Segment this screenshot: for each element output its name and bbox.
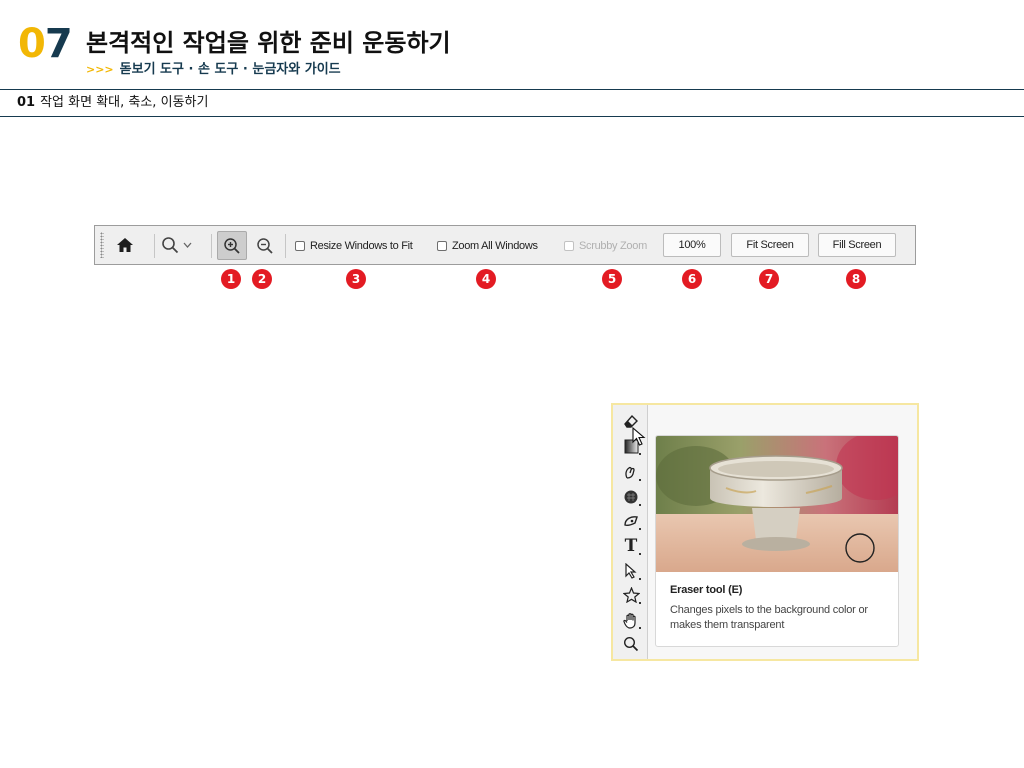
pen-tool[interactable] bbox=[620, 510, 642, 532]
smudge-icon bbox=[625, 466, 635, 479]
fit-screen-button[interactable]: Fit Screen bbox=[731, 233, 809, 257]
resize-windows-label: Resize Windows to Fit bbox=[310, 240, 413, 252]
type-tool[interactable]: T bbox=[620, 535, 642, 557]
chapter-title: 본격적인 작업을 위한 준비 운동하기 bbox=[86, 29, 451, 57]
chapter-number-second-digit: 7 bbox=[44, 21, 73, 67]
tool-tooltip: Eraser tool (E) Changes pixels to the ba… bbox=[655, 435, 899, 647]
tool-group-indicator bbox=[639, 504, 641, 506]
zoom-tool-icon bbox=[162, 237, 179, 254]
zoom-out-button[interactable] bbox=[251, 231, 279, 260]
zoom-tool[interactable] bbox=[620, 633, 642, 655]
zoom-all-windows-checkbox[interactable]: Zoom All Windows bbox=[437, 237, 538, 255]
checkbox-box[interactable] bbox=[295, 241, 305, 251]
dodge-icon bbox=[624, 490, 638, 504]
hand-icon bbox=[623, 612, 636, 629]
custom-shape-tool[interactable] bbox=[620, 584, 642, 606]
chevron-down-icon bbox=[183, 242, 192, 248]
scrubby-zoom-checkbox[interactable]: Scrubby Zoom bbox=[564, 237, 647, 255]
tooltip-preview-image bbox=[656, 436, 898, 572]
path-selection-tool[interactable] bbox=[620, 560, 642, 582]
callout-badge: 7 bbox=[759, 269, 779, 289]
hand-tool[interactable] bbox=[620, 609, 642, 631]
tool-group-indicator bbox=[639, 553, 641, 555]
tool-preset-picker[interactable] bbox=[161, 233, 205, 257]
tool-panel-screenshot: T Eraser tool (E) Changes pixels to the … bbox=[611, 403, 919, 661]
tool-group-indicator bbox=[639, 578, 641, 580]
tool-group-indicator bbox=[639, 479, 641, 481]
subtitle-text: 돋보기 도구 · 손 도구 · 눈금자와 가이드 bbox=[119, 62, 341, 77]
options-bar-grip[interactable] bbox=[100, 232, 104, 258]
callout-badge: 3 bbox=[346, 269, 366, 289]
fill-screen-button[interactable]: Fill Screen bbox=[818, 233, 896, 257]
scrubby-zoom-label: Scrubby Zoom bbox=[579, 240, 647, 252]
callout-badge: 2 bbox=[252, 269, 272, 289]
zoom-icon bbox=[623, 636, 639, 652]
home-button[interactable] bbox=[114, 234, 136, 256]
callout-badge: 6 bbox=[682, 269, 702, 289]
separator bbox=[154, 234, 155, 258]
custom-shape-icon bbox=[622, 587, 640, 603]
home-icon bbox=[117, 238, 133, 252]
pen-icon bbox=[623, 516, 638, 527]
type-icon: T bbox=[624, 536, 638, 556]
path-selection-icon bbox=[625, 563, 637, 579]
dodge-tool[interactable] bbox=[620, 486, 642, 508]
tooltip-description: Changes pixels to the background color o… bbox=[670, 604, 868, 631]
tool-group-indicator bbox=[639, 602, 641, 604]
subtitle-arrows: >>> bbox=[86, 63, 114, 76]
mouse-cursor-icon bbox=[632, 427, 646, 446]
section-title: 작업 화면 확대, 축소, 이동하기 bbox=[40, 95, 209, 110]
zoom-100-button[interactable]: 100% bbox=[663, 233, 721, 257]
zoom-all-windows-label: Zoom All Windows bbox=[452, 240, 538, 252]
smudge-tool[interactable] bbox=[620, 461, 642, 483]
checkbox-box[interactable] bbox=[437, 241, 447, 251]
resize-windows-checkbox[interactable]: Resize Windows to Fit bbox=[295, 237, 413, 255]
tooltip-title: Eraser tool (E) bbox=[670, 584, 743, 596]
zoom-options-bar: Resize Windows to Fit Zoom All Windows S… bbox=[94, 225, 916, 265]
tool-group-indicator bbox=[639, 528, 641, 530]
callout-badge: 1 bbox=[221, 269, 241, 289]
chapter-subtitle: >>> 돋보기 도구 · 손 도구 · 눈금자와 가이드 bbox=[86, 62, 341, 78]
section-number: 01 bbox=[17, 95, 36, 110]
chapter-number: 07 bbox=[18, 21, 73, 67]
callout-badge: 8 bbox=[846, 269, 866, 289]
chapter-number-first-digit: 0 bbox=[18, 21, 46, 67]
callout-badge: 4 bbox=[476, 269, 496, 289]
tool-group-indicator bbox=[639, 627, 641, 629]
section-heading: 01 작업 화면 확대, 축소, 이동하기 bbox=[17, 95, 208, 111]
tool-group-indicator bbox=[639, 453, 641, 455]
checkbox-box[interactable] bbox=[564, 241, 574, 251]
zoom-in-icon bbox=[224, 237, 240, 254]
zoom-in-button[interactable] bbox=[217, 231, 247, 260]
section-bar: 01 작업 화면 확대, 축소, 이동하기 bbox=[0, 89, 1024, 117]
separator bbox=[211, 234, 212, 258]
separator bbox=[285, 234, 286, 258]
callout-badge: 5 bbox=[602, 269, 622, 289]
zoom-out-icon bbox=[257, 237, 273, 254]
